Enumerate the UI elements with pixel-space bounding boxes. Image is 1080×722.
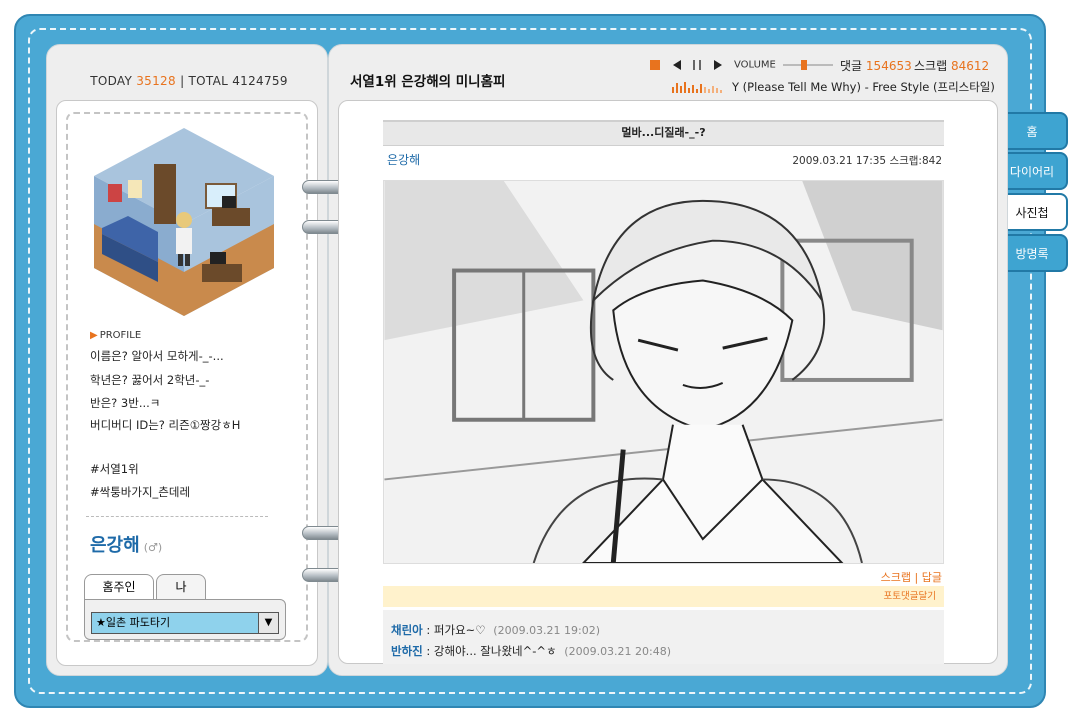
equalizer-icon: [672, 82, 722, 93]
comment-item: 채린아 : 퍼가요~♡ (2009.03.21 19:02): [391, 622, 600, 638]
today-label: TODAY: [90, 74, 133, 88]
profile-line: #서열1위: [90, 462, 139, 476]
volume-label: VOLUME: [734, 59, 776, 71]
play-icon[interactable]: [713, 60, 722, 70]
scrap-count: 84612: [950, 59, 990, 73]
profile-line: 학년은? 꿇어서 2학년-_-: [90, 373, 210, 387]
now-playing[interactable]: Y (Please Tell Me Why) - Free Style (프리스…: [732, 79, 995, 95]
total-count: 4124759: [232, 74, 288, 88]
scrap-button[interactable]: 스크랩: [881, 571, 911, 584]
comment-item: 반하진 : 강해야... 잘나왔네^-^ㅎ (2009.03.21 20:48): [391, 643, 671, 659]
owner-name-text: 은강해: [90, 535, 140, 556]
scrap-label: 스크랩: [914, 59, 948, 73]
tab-me[interactable]: 나: [156, 574, 206, 600]
visit-counter: TODAY 35128 | TOTAL 4124759: [58, 74, 320, 88]
music-player: VOLUME: [650, 58, 834, 71]
profile-line: 이름은? 알아서 모하게-_-...: [90, 349, 224, 363]
post-scrap-count: 스크랩:842: [889, 155, 942, 167]
owner-name[interactable]: 은강해 (♂): [90, 531, 162, 557]
site-title: 서열1위 은강해의 미니홈피: [350, 74, 506, 90]
post-meta: 2009.03.21 17:35 스크랩:842: [792, 153, 942, 168]
nav-photo-album[interactable]: 사진첩: [998, 193, 1068, 231]
owner-tabs: 홈주인 나 ★일촌 파도타기 ▼: [84, 574, 286, 640]
ilchon-select-value: ★일촌 파도타기: [96, 616, 171, 629]
comment-text: : 퍼가요~♡: [426, 623, 486, 637]
profile-header: ▶ PROFILE: [90, 330, 142, 341]
comment-author[interactable]: 반하진: [391, 644, 423, 658]
comment-stat: 댓글 154653: [840, 57, 912, 74]
profile-line: 버디버디 ID는? 리즌①짱강ㅎH: [90, 418, 241, 432]
chevron-down-icon[interactable]: ▼: [258, 613, 278, 633]
owner-gender: (♂): [143, 541, 163, 554]
comment-time: (2009.03.21 20:48): [564, 645, 672, 658]
miniroom-image[interactable]: [88, 124, 280, 320]
nav-diary[interactable]: 다이어리: [998, 152, 1068, 190]
total-label: TOTAL: [188, 74, 229, 88]
profile-divider: [86, 516, 268, 517]
comment-list: 채린아 : 퍼가요~♡ (2009.03.21 19:02) 반하진 : 강해야…: [383, 610, 944, 664]
prev-icon[interactable]: [672, 60, 681, 70]
stop-icon[interactable]: [650, 60, 660, 70]
post-author[interactable]: 은강해: [387, 151, 420, 168]
scrap-stat: 스크랩 84612: [914, 57, 989, 74]
photo-comment-bar: 포토댓글달기: [383, 586, 944, 607]
tab-owner[interactable]: 홈주인: [84, 574, 154, 600]
volume-knob[interactable]: [801, 60, 808, 70]
comment-time: (2009.03.21 19:02): [493, 624, 601, 637]
post-photo[interactable]: [383, 180, 944, 564]
action-separator: |: [914, 571, 919, 584]
nav-home[interactable]: 홈: [998, 112, 1068, 150]
post-actions: 스크랩 | 답글: [881, 569, 942, 585]
comment-author[interactable]: 채린아: [391, 623, 423, 637]
counter-separator: |: [180, 74, 185, 88]
ilchon-select[interactable]: ★일촌 파도타기 ▼: [91, 612, 279, 634]
profile-line: 반은? 3반...ㅋ: [90, 396, 161, 410]
today-count: 35128: [136, 74, 176, 88]
profile-line: #싹퉁바가지_츤데레: [90, 485, 191, 499]
comments-count: 154653: [865, 59, 912, 73]
volume-slider[interactable]: [783, 60, 834, 70]
post-date: 2009.03.21 17:35: [792, 155, 887, 167]
pause-icon[interactable]: [693, 60, 701, 70]
reply-button[interactable]: 답글: [922, 571, 942, 584]
nav-guestbook[interactable]: 방명록: [998, 234, 1068, 272]
comment-text: : 강해야... 잘나왔네^-^ㅎ: [426, 644, 557, 658]
post-title: 멀바...디질래-_-?: [383, 120, 944, 146]
tab-panel: ★일촌 파도타기 ▼: [84, 599, 286, 640]
photo-comment-button[interactable]: 포토댓글달기: [884, 591, 936, 602]
comments-label: 댓글: [840, 59, 863, 73]
